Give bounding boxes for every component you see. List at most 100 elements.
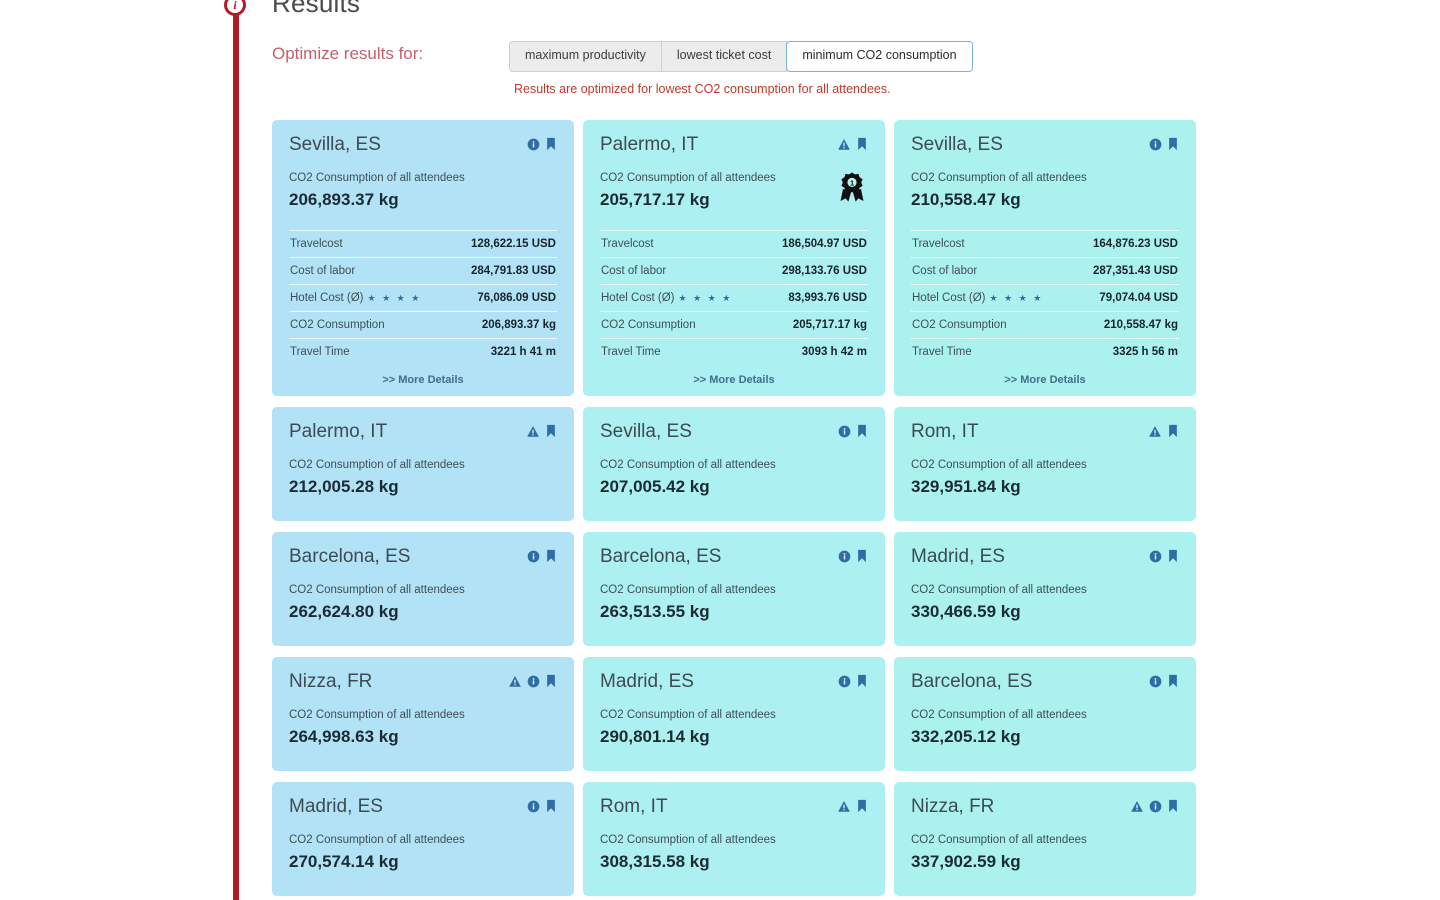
card-header: Sevilla, ES [600,420,868,443]
card-subtitle: CO2 Consumption of all attendees [289,709,557,723]
optimize-option-1[interactable]: lowest ticket cost [661,41,787,72]
result-card[interactable]: Madrid, ES CO2 Consumption of all attende… [894,532,1196,646]
metric-value: 3325 h 56 m [1113,346,1178,358]
result-card[interactable]: Madrid, ESCO2 Consumption of all attende… [583,657,885,771]
result-card[interactable]: Barcelona, ESCO2 Consumption of all atte… [272,532,574,646]
card-icon-group [1148,420,1179,438]
metric-label-text: Travel Time [912,346,972,358]
card-icon-group [1149,545,1179,563]
card-subtitle: CO2 Consumption of all attendees [289,459,557,473]
warning-icon[interactable] [508,675,522,688]
info-icon[interactable] [1149,550,1162,563]
card-co2-value: 210,558.47 kg [911,190,1179,210]
metric-label: Hotel Cost (Ø)★ ★ ★ ★ [601,292,732,304]
metric-label: Cost of labor [912,265,977,277]
card-subtitle: CO2 Consumption of all attendees [911,584,1179,598]
card-header: Nizza, FR [911,795,1179,818]
card-metrics: Travelcost128,622.15 USDCost of labor284… [289,230,557,365]
bookmark-icon[interactable] [1167,549,1179,563]
bookmark-icon[interactable] [1167,424,1179,438]
result-card[interactable]: Rom, ITCO2 Consumption of all attendees3… [583,782,885,896]
card-header: Barcelona, ES [911,670,1179,693]
metric-label: CO2 Consumption [290,319,385,331]
info-icon[interactable] [1149,675,1162,688]
metric-row: Travelcost128,622.15 USD [289,230,557,257]
bookmark-icon[interactable] [545,674,557,688]
card-city-label: Sevilla, ES [289,133,381,156]
result-card[interactable]: Sevilla, ES CO2 Consumption of all attend… [272,120,574,396]
bookmark-icon[interactable] [545,799,557,813]
info-icon[interactable] [838,550,851,563]
result-card[interactable]: Madrid, ESCO2 Consumption of all attende… [272,782,574,896]
card-subtitle: CO2 Consumption of all attendees [600,459,868,473]
bookmark-icon[interactable] [856,137,868,151]
card-co2-value: 337,902.59 kg [911,852,1179,872]
result-card[interactable]: Nizza, FR CO2 Consumption of all attendee… [272,657,574,771]
warning-icon[interactable] [526,425,540,438]
metric-label-text: CO2 Consumption [912,319,1007,331]
result-card[interactable]: Palermo, ITCO2 Consumption of all attend… [272,407,574,521]
info-icon[interactable] [1149,138,1162,151]
optimize-option-0[interactable]: maximum productivity [509,41,662,72]
metric-label-text: Hotel Cost (Ø) [290,292,364,304]
metric-label-text: Travel Time [290,346,350,358]
warning-icon[interactable] [1130,800,1144,813]
optimize-note: Results are optimized for lowest CO2 con… [514,82,891,96]
info-icon[interactable]: i [224,0,246,16]
metric-row: Cost of labor287,351.43 USD [911,257,1179,284]
warning-icon[interactable] [1148,425,1162,438]
result-card[interactable]: Nizza, FRCO2 Consumption of all attendee… [894,782,1196,896]
metric-row: Cost of labor298,133.76 USD [600,257,868,284]
metric-label: Travelcost [912,238,965,250]
metric-label: Travelcost [290,238,343,250]
card-city-label: Rom, IT [911,420,979,443]
info-icon[interactable] [527,800,540,813]
page-title: Results [272,0,360,19]
bookmark-icon[interactable] [856,799,868,813]
card-subtitle: CO2 Consumption of all attendees [289,172,557,186]
warning-icon[interactable] [837,800,851,813]
result-card[interactable]: Rom, ITCO2 Consumption of all attendees3… [894,407,1196,521]
info-icon[interactable] [1149,800,1162,813]
optimize-toggle-group[interactable]: maximum productivitylowest ticket costmi… [509,41,973,72]
result-card[interactable]: Barcelona, ESCO2 Consumption of all atte… [583,532,885,646]
bookmark-icon[interactable] [1167,674,1179,688]
card-city-label: Barcelona, ES [289,545,410,568]
result-card[interactable]: Palermo, ITCO2 Consumption of all attend… [583,120,885,396]
bookmark-icon[interactable] [545,549,557,563]
metric-label: CO2 Consumption [601,319,696,331]
info-icon[interactable] [527,550,540,563]
bookmark-icon[interactable] [1167,799,1179,813]
bookmark-icon[interactable] [856,549,868,563]
card-co2-value: 332,205.12 kg [911,727,1179,747]
optimize-option-2[interactable]: minimum CO2 consumption [786,41,972,72]
card-city-label: Barcelona, ES [911,670,1032,693]
info-icon[interactable] [527,138,540,151]
more-details-link[interactable]: >> More Details [289,374,557,388]
card-header: Sevilla, ES [289,133,557,156]
result-card[interactable]: Barcelona, ESCO2 Consumption of all atte… [894,657,1196,771]
card-header: Rom, IT [600,795,868,818]
info-icon[interactable] [838,675,851,688]
result-card[interactable]: Sevilla, ES CO2 Consumption of all attend… [583,407,885,521]
metric-value: 284,791.83 USD [471,265,556,277]
card-header: Nizza, FR [289,670,557,693]
card-co2-value: 330,466.59 kg [911,602,1179,622]
warning-icon[interactable] [837,138,851,151]
hotel-stars-icon: ★ ★ ★ ★ [368,293,422,304]
card-icon-group [527,133,557,151]
card-subtitle: CO2 Consumption of all attendees [289,834,557,848]
more-details-link[interactable]: >> More Details [911,374,1179,388]
info-icon[interactable] [527,675,540,688]
bookmark-icon[interactable] [545,424,557,438]
bookmark-icon[interactable] [856,674,868,688]
bookmark-icon[interactable] [856,424,868,438]
card-city-label: Madrid, ES [911,545,1005,568]
bookmark-icon[interactable] [545,137,557,151]
bookmark-icon[interactable] [1167,137,1179,151]
info-icon[interactable] [838,425,851,438]
card-co2-value: 205,717.17 kg [600,190,868,210]
card-co2-value: 212,005.28 kg [289,477,557,497]
more-details-link[interactable]: >> More Details [600,374,868,388]
result-card[interactable]: Sevilla, ESCO2 Consumption of all attend… [894,120,1196,396]
